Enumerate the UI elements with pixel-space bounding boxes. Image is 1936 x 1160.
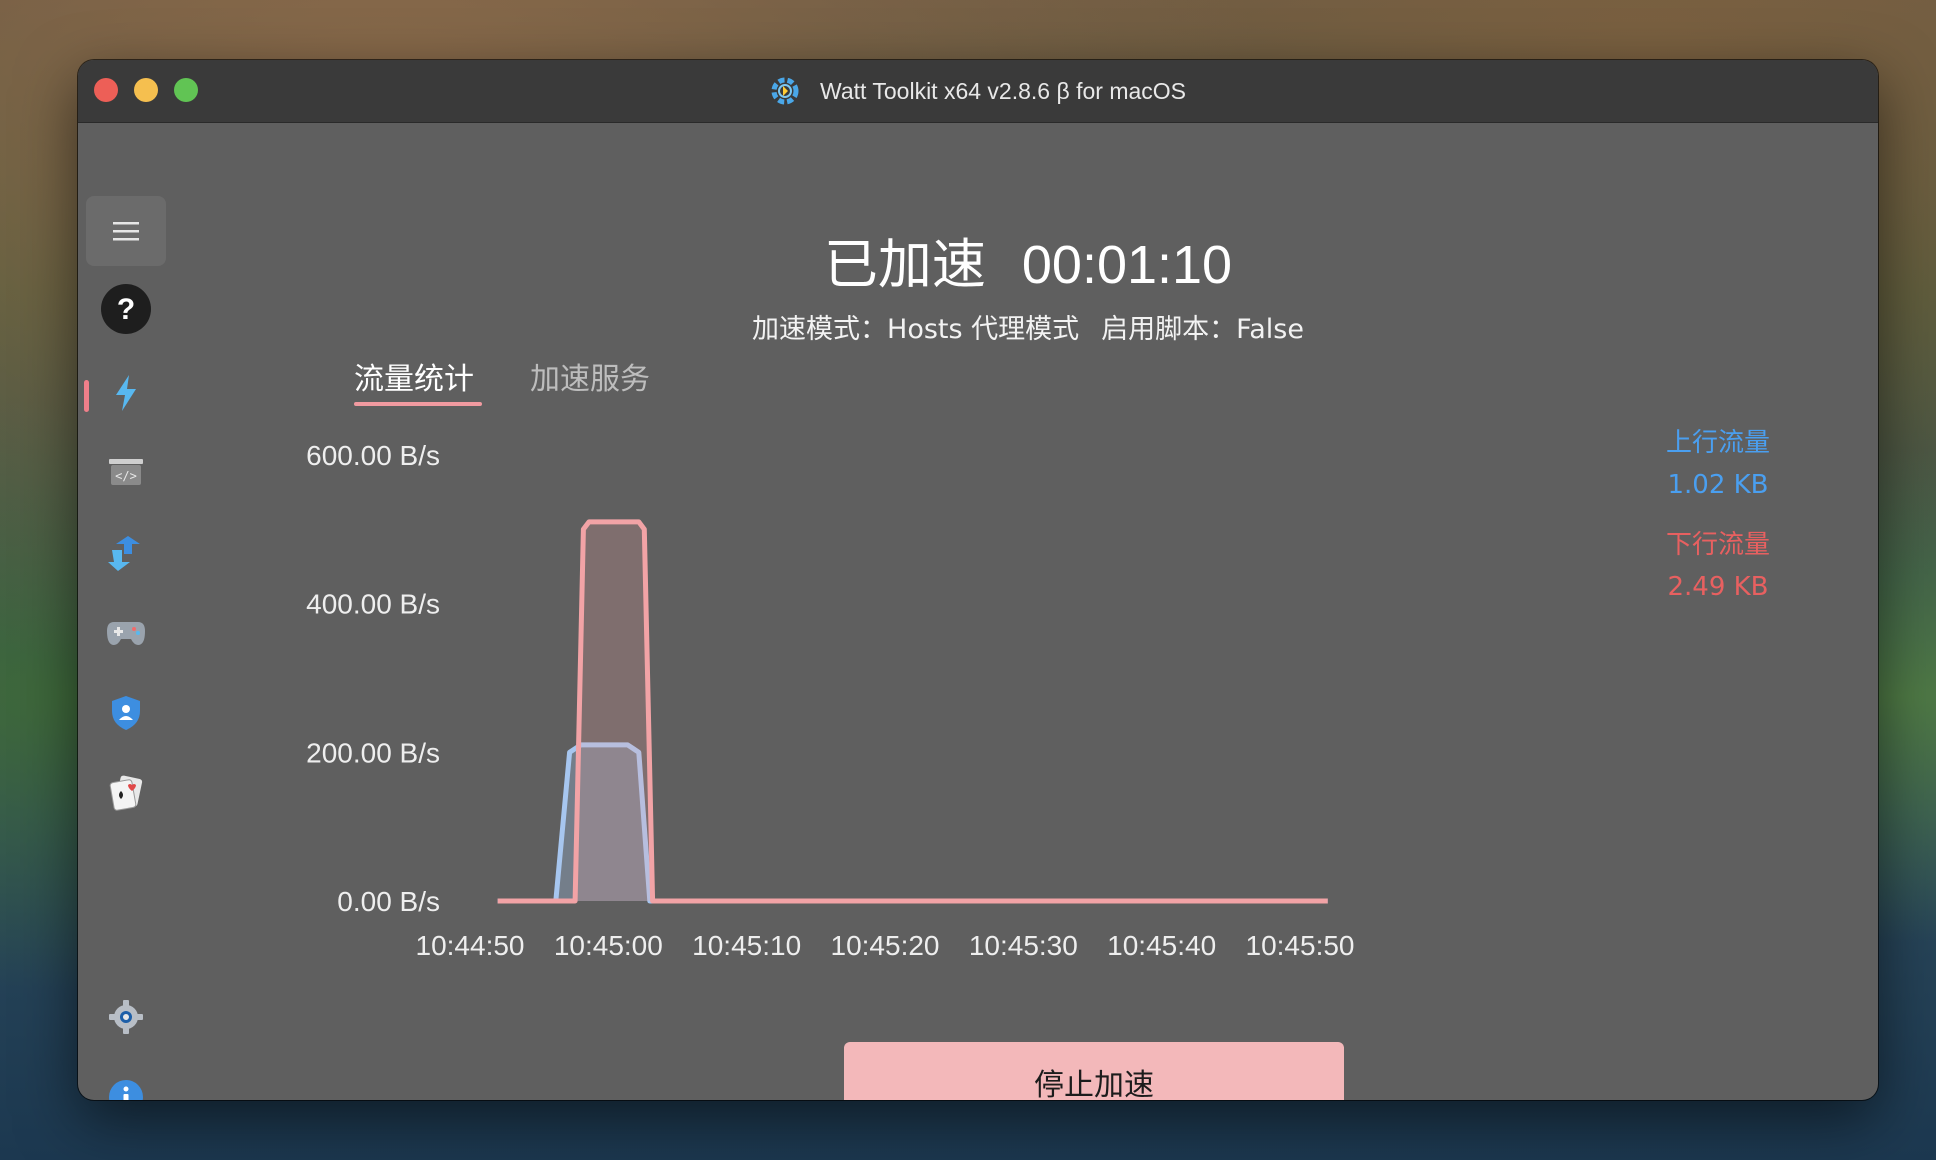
x-tick-label: 10:44:50 [416, 930, 525, 961]
sidebar-item-account-switch[interactable] [86, 518, 166, 588]
sidebar-item-cards[interactable] [86, 758, 166, 828]
download-series-area [497, 521, 1328, 901]
sidebar-menu-button[interactable] [86, 196, 166, 266]
sidebar-item-settings[interactable] [86, 982, 166, 1052]
download-value: 2.49 KB [1667, 572, 1769, 602]
svg-text:?: ? [117, 293, 135, 326]
gamepad-icon [107, 622, 145, 645]
upload-value: 1.02 KB [1667, 470, 1769, 500]
sidebar: ? </> [78, 122, 178, 1100]
playing-cards-icon [109, 775, 143, 811]
upload-label: 上行流量 [1665, 428, 1770, 458]
app-window: Watt Toolkit x64 v2.8.6 β for macOS ? </… [78, 60, 1878, 1100]
main-content: 已加速 00:01:10 加速模式：Hosts 代理模式 启用脚本：False 流量… [178, 122, 1878, 1100]
account-switch-icon [108, 536, 140, 571]
x-tick-label: 10:45:30 [969, 930, 1078, 961]
sidebar-item-about[interactable] [86, 1062, 166, 1100]
info-icon [109, 1080, 143, 1100]
sidebar-item-local-auth[interactable] [86, 678, 166, 748]
title-bar[interactable]: Watt Toolkit x64 v2.8.6 β for macOS [78, 60, 1878, 123]
legend-download: 下行流量 2.49 KB [1666, 524, 1770, 608]
x-tick-label: 10:45:20 [831, 930, 940, 961]
shield-user-icon [112, 696, 140, 730]
x-tick-label: 10:45:00 [554, 930, 663, 961]
traffic-chart: 600.00 B/s 400.00 B/s 200.00 B/s 0.00 B/s 10… [306, 440, 1355, 961]
x-tick-label: 10:45:10 [692, 930, 801, 961]
y-tick-label: 200.00 B/s [306, 737, 440, 768]
window-title: Watt Toolkit x64 v2.8.6 β for macOS [819, 77, 1187, 104]
stop-acceleration-button[interactable]: 停止加速 [844, 1042, 1344, 1100]
hamburger-menu-icon [113, 222, 139, 241]
y-tick-label: 0.00 B/s [337, 886, 440, 917]
y-tick-label: 400.00 B/s [306, 589, 440, 620]
sidebar-item-accelerate[interactable] [86, 358, 166, 428]
svg-text:</>: </> [115, 469, 137, 483]
download-label: 下行流量 [1665, 530, 1770, 560]
x-tick-label: 10:45:50 [1246, 930, 1355, 961]
settings-icon [109, 1000, 143, 1034]
script-code-icon: </> [109, 459, 143, 485]
help-icon: ? [101, 284, 151, 334]
legend-upload: 上行流量 1.02 KB [1666, 422, 1770, 506]
x-tick-label: 10:45:40 [1107, 930, 1216, 961]
sidebar-item-scripts[interactable]: </> [86, 438, 166, 508]
lightning-icon [116, 375, 136, 411]
app-logo-icon [771, 77, 799, 105]
sidebar-item-games[interactable] [86, 598, 166, 668]
y-tick-label: 600.00 B/s [306, 440, 440, 471]
sidebar-item-help[interactable]: ? [86, 274, 166, 344]
